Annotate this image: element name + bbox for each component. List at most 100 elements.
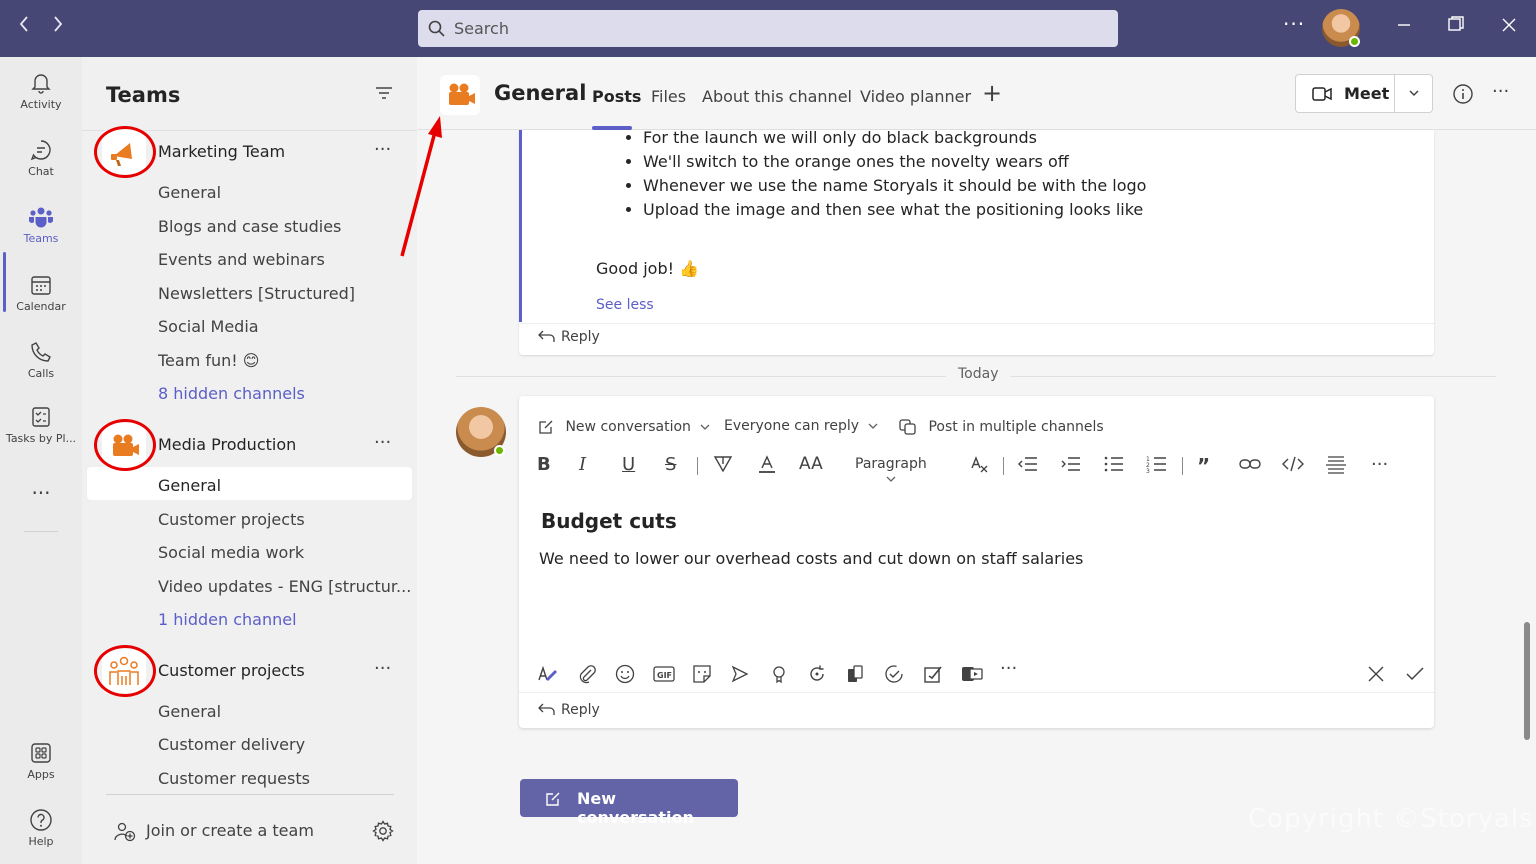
- meet-divider: [1394, 75, 1395, 112]
- paragraph-style-dropdown[interactable]: Paragraph: [855, 456, 927, 488]
- more-apps-button[interactable]: ···: [1000, 658, 1017, 679]
- format-pen-icon[interactable]: [537, 664, 559, 688]
- channel-item[interactable]: Customer delivery: [158, 735, 305, 754]
- panel-bottom-divider: [106, 794, 394, 795]
- search-input[interactable]: Search: [418, 10, 1118, 47]
- channel-item[interactable]: Social Media: [158, 317, 259, 336]
- compose-edit-icon: [546, 792, 560, 806]
- add-tab-button[interactable]: +: [982, 79, 1002, 107]
- tasks-check-icon[interactable]: [884, 664, 904, 688]
- loop-icon[interactable]: [807, 664, 827, 688]
- maximize-button[interactable]: [1444, 14, 1468, 38]
- search-placeholder: Search: [454, 19, 509, 38]
- settings-more-button[interactable]: ···: [1283, 12, 1305, 36]
- discard-button[interactable]: [1367, 665, 1385, 687]
- conversation-type-dropdown[interactable]: New conversation: [537, 418, 711, 436]
- channel-item[interactable]: Social media work: [158, 543, 304, 562]
- team-name-marketing[interactable]: Marketing Team: [158, 142, 285, 161]
- formatting-more-button[interactable]: ···: [1371, 454, 1388, 475]
- new-conversation-button[interactable]: New conversation: [520, 779, 738, 827]
- team-more-button[interactable]: ···: [374, 658, 391, 679]
- increase-indent-icon[interactable]: [1060, 454, 1082, 479]
- rail-item-activity[interactable]: Activity: [0, 71, 82, 111]
- font-color-icon[interactable]: [757, 454, 777, 479]
- chevron-down-icon[interactable]: [1407, 87, 1421, 99]
- attach-icon[interactable]: [577, 664, 597, 688]
- manage-teams-button[interactable]: [372, 820, 394, 846]
- team-more-button[interactable]: ···: [374, 139, 391, 160]
- send-button[interactable]: [1405, 665, 1425, 687]
- channel-item[interactable]: Blogs and case studies: [158, 217, 341, 236]
- channel-item-active[interactable]: General: [158, 476, 221, 495]
- rail-item-tasks[interactable]: Tasks by Pl...: [0, 405, 82, 445]
- channel-item[interactable]: Events and webinars: [158, 250, 325, 269]
- rail-item-help[interactable]: Help: [0, 808, 82, 848]
- rail-item-calls[interactable]: Calls: [0, 340, 82, 380]
- channel-item[interactable]: Team fun! 😊: [158, 351, 259, 370]
- link-icon[interactable]: [1239, 454, 1261, 479]
- close-window-button[interactable]: [1497, 14, 1521, 38]
- channel-item[interactable]: Newsletters [Structured]: [158, 284, 355, 303]
- clear-formatting-icon[interactable]: [969, 454, 991, 481]
- team-name-customer-projects[interactable]: Customer projects: [158, 661, 305, 680]
- channel-item[interactable]: General: [158, 183, 221, 202]
- horizontal-rule-icon[interactable]: [1325, 454, 1347, 479]
- reply-button[interactable]: Reply: [537, 702, 600, 718]
- underline-icon[interactable]: U: [622, 454, 635, 475]
- tab-about-this-channel[interactable]: About this channel: [702, 87, 852, 106]
- hidden-channels-link[interactable]: 1 hidden channel: [158, 610, 297, 629]
- sticker-icon[interactable]: [692, 664, 712, 688]
- channel-info-button[interactable]: [1452, 83, 1474, 109]
- back-button[interactable]: [12, 14, 36, 39]
- strikethrough-icon[interactable]: S: [665, 454, 676, 475]
- tab-video-planner[interactable]: Video planner: [860, 87, 971, 106]
- minimize-button[interactable]: [1392, 14, 1416, 38]
- channel-item[interactable]: Video updates - ENG [structur...: [158, 577, 411, 596]
- numbered-list-icon[interactable]: 123: [1146, 454, 1168, 479]
- bold-icon[interactable]: B: [537, 454, 551, 475]
- hidden-channels-link[interactable]: 8 hidden channels: [158, 384, 305, 403]
- gif-icon[interactable]: GIF: [653, 664, 675, 688]
- post-multiple-channels-button[interactable]: Post in multiple channels: [898, 418, 1104, 436]
- reply-button[interactable]: Reply: [537, 329, 600, 345]
- team-more-button[interactable]: ···: [374, 432, 391, 453]
- rail-item-teams[interactable]: Teams: [0, 205, 82, 245]
- team-name-media-production[interactable]: Media Production: [158, 435, 296, 454]
- join-or-create-team-button[interactable]: Join or create a team: [114, 821, 314, 842]
- subject-field[interactable]: Budget cuts: [541, 509, 677, 533]
- channel-more-button[interactable]: ···: [1492, 81, 1509, 102]
- tab-files[interactable]: Files: [651, 87, 686, 106]
- channel-item[interactable]: Customer requests: [158, 769, 310, 788]
- toolbar-divider: [697, 457, 698, 475]
- channel-item[interactable]: General: [158, 702, 221, 721]
- rail-item-apps[interactable]: Apps: [0, 741, 82, 781]
- channel-item[interactable]: Customer projects: [158, 510, 305, 529]
- italic-icon[interactable]: I: [579, 454, 586, 475]
- schedule-meeting-icon[interactable]: [730, 664, 750, 688]
- emoji-icon[interactable]: [615, 664, 635, 688]
- code-icon[interactable]: [1282, 454, 1304, 479]
- rail-item-calendar[interactable]: Calendar: [0, 273, 82, 313]
- tab-posts[interactable]: Posts: [592, 87, 641, 106]
- meet-button[interactable]: Meet: [1295, 74, 1433, 113]
- bullet-list-icon[interactable]: [1103, 454, 1125, 479]
- message-body-field[interactable]: We need to lower our overhead costs and …: [539, 549, 1083, 568]
- forms-icon[interactable]: [923, 664, 943, 688]
- quote-icon[interactable]: ”: [1197, 454, 1210, 478]
- highlight-icon[interactable]: [713, 454, 733, 479]
- list-item: Whenever we use the name Storyals it sho…: [643, 178, 1146, 202]
- forward-button[interactable]: [46, 14, 70, 39]
- message-closing: Good job! 👍: [596, 259, 700, 278]
- rail-label: Help: [28, 835, 54, 848]
- rail-more-apps[interactable]: ···: [0, 481, 82, 505]
- see-less-link[interactable]: See less: [596, 297, 654, 313]
- praise-icon[interactable]: [769, 664, 789, 688]
- approvals-icon[interactable]: [845, 664, 865, 688]
- scrollbar-thumb[interactable]: [1524, 622, 1530, 740]
- decrease-indent-icon[interactable]: [1017, 454, 1039, 479]
- stream-icon[interactable]: [961, 664, 983, 688]
- rail-item-chat[interactable]: Chat: [0, 138, 82, 178]
- reply-setting-dropdown[interactable]: Everyone can reply: [724, 418, 879, 434]
- font-size-icon[interactable]: AA: [799, 454, 823, 474]
- filter-button[interactable]: [374, 85, 394, 105]
